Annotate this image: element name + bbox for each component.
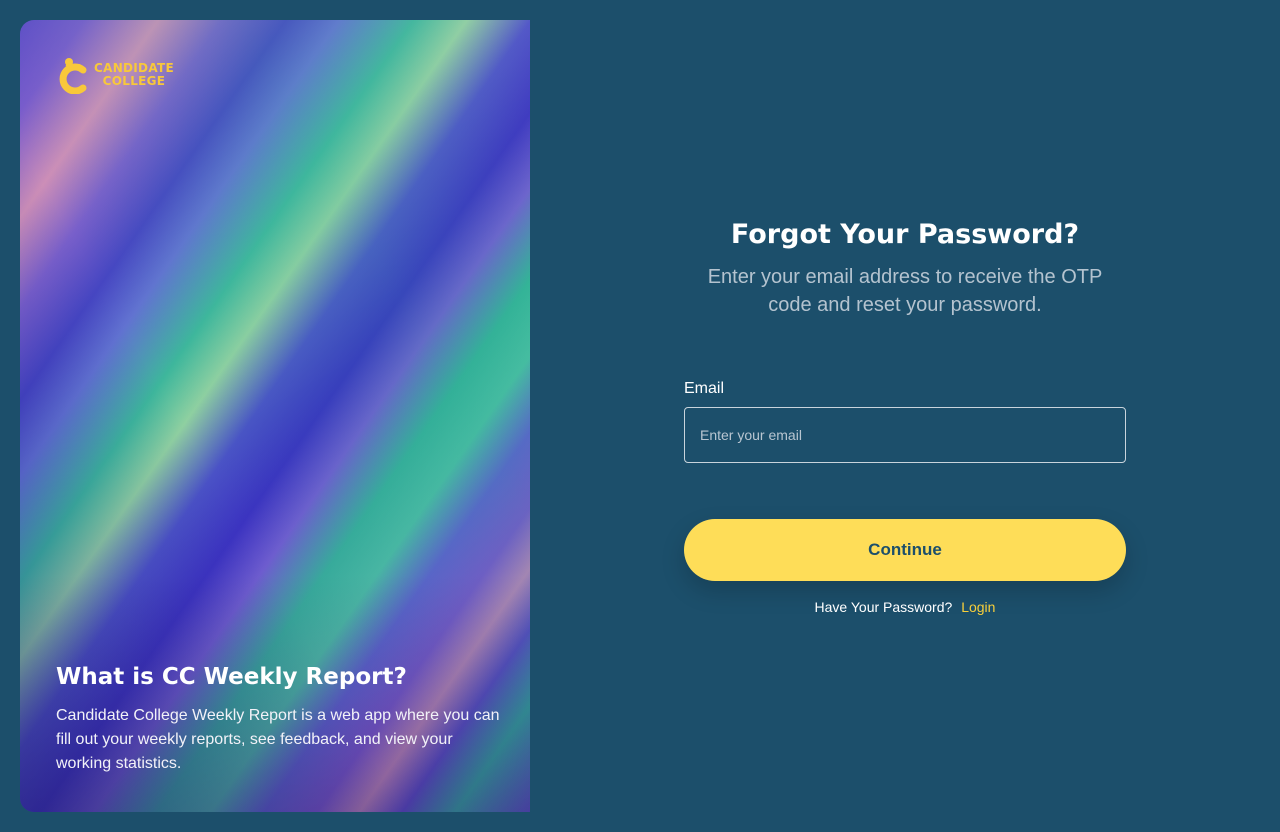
forgot-password-form: Forgot Your Password? Enter your email a… xyxy=(684,210,1126,615)
continue-button[interactable]: Continue xyxy=(684,519,1126,581)
hero-copy: What is CC Weekly Report? Candidate Coll… xyxy=(56,660,506,776)
login-row: Have Your Password? Login xyxy=(684,599,1126,615)
candidate-college-logo-icon xyxy=(58,56,90,95)
hero-description: Candidate College Weekly Report is a web… xyxy=(56,707,500,772)
brand-logo: CANDIDATE COLLEGE xyxy=(58,56,174,95)
login-link[interactable]: Login xyxy=(961,599,995,615)
page-subtitle: Enter your email address to receive the … xyxy=(707,266,1103,316)
brand-line-2: COLLEGE xyxy=(102,74,166,88)
hero-title: What is CC Weekly Report? xyxy=(56,664,407,690)
page-title: Forgot Your Password? xyxy=(730,219,1080,250)
email-label: Email xyxy=(684,380,725,397)
hero-panel: CANDIDATE COLLEGE What is CC Weekly Repo… xyxy=(20,20,530,812)
brand-name: CANDIDATE COLLEGE xyxy=(94,62,174,88)
have-password-text: Have Your Password? xyxy=(814,599,953,615)
email-field[interactable] xyxy=(684,407,1126,463)
page: CANDIDATE COLLEGE What is CC Weekly Repo… xyxy=(0,0,1280,832)
